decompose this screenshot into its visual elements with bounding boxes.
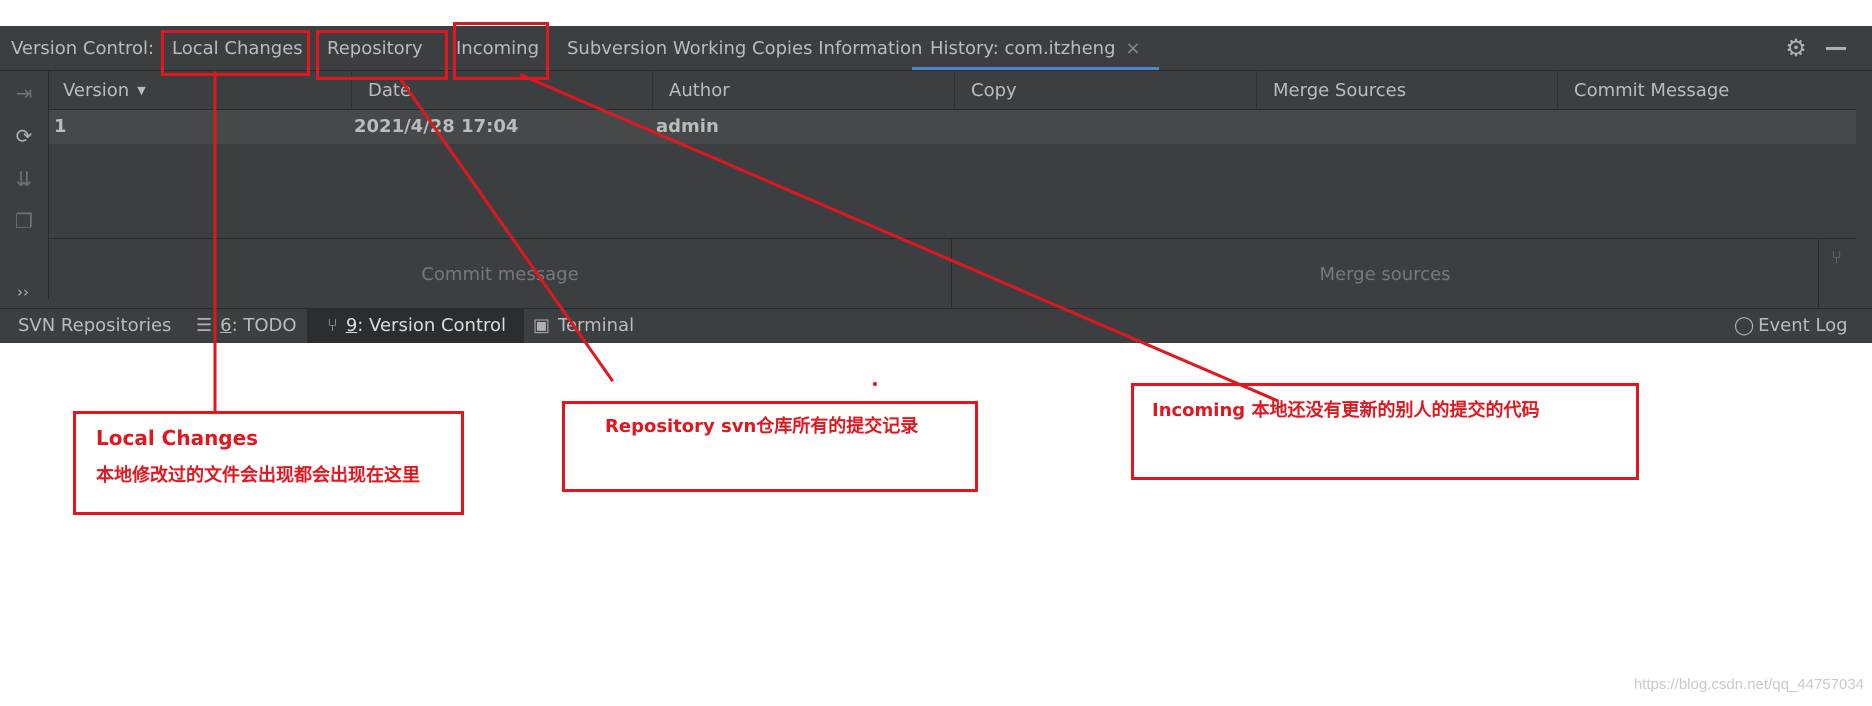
event-log-button[interactable]: ◯ Event Log — [1734, 309, 1848, 343]
table-row[interactable]: 1 2021/4/28 17:04 admin — [49, 110, 1856, 144]
tab-history-label: History: com.itzheng — [930, 38, 1116, 59]
highlight-incoming — [453, 22, 549, 80]
note-local-changes-body: 本地修改过的文件会出现都会出现在这里 — [96, 465, 420, 486]
version-control-shortcut: 9 — [345, 315, 358, 336]
highlight-repository — [316, 30, 448, 80]
gear-icon[interactable]: ⚙ — [1784, 36, 1808, 60]
tab-history[interactable]: History: com.itzheng × — [912, 26, 1159, 70]
bottom-tool-bar: SVN Repositories ☰ 6: TODO ⑂ 9: Version Co… — [0, 308, 1872, 343]
connector-line-local-changes — [213, 71, 217, 414]
history-table: Version ▼ Date Author Copy Merge Sources … — [49, 71, 1856, 238]
note-repository-text: Repository svn仓库所有的提交记录 — [605, 416, 919, 437]
event-log-label: Event Log — [1758, 315, 1848, 336]
todo-shortcut: 6 — [220, 315, 232, 336]
list-icon: ☰ — [196, 315, 213, 336]
branch-icon[interactable]: ⑂ — [1831, 247, 1842, 268]
sort-desc-icon: ▼ — [137, 84, 146, 97]
version-control-label: : Version Control — [357, 315, 507, 336]
minimize-icon[interactable] — [1826, 47, 1846, 50]
tab-working-copies-info[interactable]: Subversion Working Copies Information — [567, 26, 922, 70]
note-incoming-text: Incoming 本地还没有更新的别人的提交的代码 — [1152, 400, 1540, 421]
stray-dot — [873, 382, 877, 386]
column-author[interactable]: Author — [652, 71, 954, 109]
todo-button[interactable]: ☰ 6: TODO — [196, 309, 297, 343]
note-local-changes-title: Local Changes — [96, 426, 259, 450]
todo-label: : TODO — [231, 315, 297, 336]
tool-window-title: Version Control: — [11, 38, 155, 59]
close-icon[interactable]: × — [1126, 38, 1141, 59]
column-merge-sources[interactable]: Merge Sources — [1256, 71, 1557, 109]
merge-in-icon[interactable]: ⇥ — [12, 81, 36, 105]
column-version[interactable]: Version ▼ — [49, 71, 351, 109]
copy-icon[interactable]: ❐ — [12, 209, 36, 233]
terminal-icon: ▣ — [533, 315, 551, 336]
highlight-local-changes — [161, 30, 310, 76]
cell-version: 1 — [54, 116, 67, 137]
svn-repositories-button[interactable]: SVN Repositories — [18, 309, 171, 343]
note-local-changes: Local Changes 本地修改过的文件会出现都会出现在这里 — [73, 411, 464, 515]
branch-icon: ⑂ — [327, 315, 338, 336]
integrate-icon[interactable]: ⇊ — [12, 167, 36, 191]
left-toolbar: ⇥ ⟳ ⇊ ❐ — [0, 71, 49, 299]
column-copy[interactable]: Copy — [954, 71, 1256, 109]
watermark: https://blog.csdn.net/qq_44757034 — [1633, 676, 1864, 693]
more-actions-icon[interactable]: ›› — [17, 283, 29, 301]
note-incoming: Incoming 本地还没有更新的别人的提交的代码 — [1131, 383, 1639, 480]
version-control-button[interactable]: ⑂ 9: Version Control — [307, 309, 525, 343]
event-log-icon: ◯ — [1734, 315, 1755, 336]
column-label: Version — [63, 80, 130, 101]
refresh-icon[interactable]: ⟳ — [12, 124, 36, 148]
note-repository: Repository svn仓库所有的提交记录 — [562, 401, 978, 492]
column-commit-message[interactable]: Commit Message — [1557, 71, 1856, 109]
